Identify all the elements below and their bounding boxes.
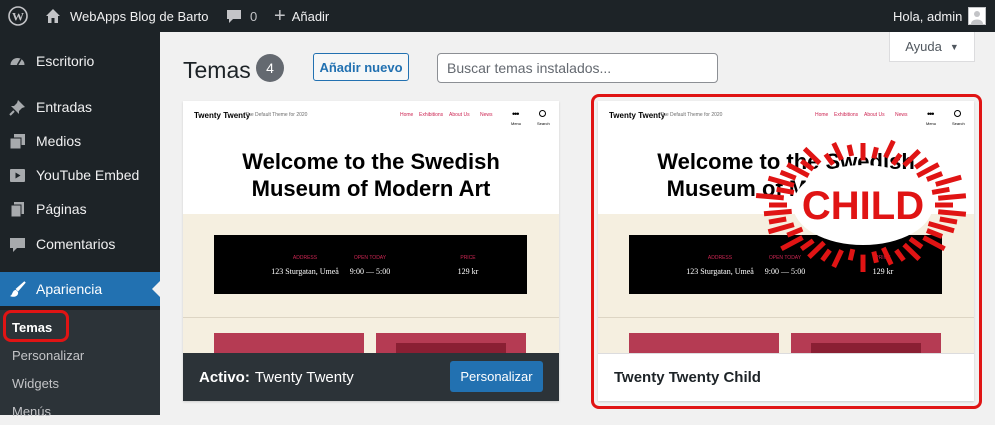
preview-headline: Welcome to the Swedish Museum of Modern … [183, 148, 559, 202]
brush-icon [9, 281, 26, 298]
menu-item-pages[interactable]: Páginas [0, 192, 160, 226]
account-menu[interactable]: Hola, admin [893, 0, 987, 32]
preview-info-value: 129 kr [457, 267, 479, 276]
menu-item-posts[interactable]: Entradas [0, 90, 160, 124]
home-icon [44, 7, 62, 25]
preview-info-value: 9:00 — 5:00 [349, 267, 391, 276]
media-icon [9, 133, 26, 150]
theme-count-badge: 4 [256, 54, 284, 82]
child-theme-highlight-outline [591, 94, 982, 409]
preview-info-label: OPEN TODAY [353, 255, 387, 261]
comments-link[interactable]: 0 [226, 0, 257, 32]
menu-label: Apariencia [36, 281, 103, 297]
preview-search-icon [539, 110, 546, 117]
pin-icon [9, 99, 26, 116]
menu-label: Medios [36, 133, 82, 149]
menu-label: YouTube Embed [36, 167, 140, 183]
menu-item-comments[interactable]: Comentarios [0, 227, 160, 261]
preview-nav-item: News [480, 112, 493, 118]
search-themes-input[interactable] [437, 53, 718, 83]
site-name-link[interactable]: WebApps Blog de Barto [44, 0, 209, 32]
theme-screenshot[interactable]: Twenty Twenty The Default Theme for 2020… [183, 101, 559, 353]
main-content: Temas 4 Añadir nuevo Ayuda ▼ Twenty Twen… [160, 32, 995, 415]
wordpress-logo-icon[interactable]: W [8, 0, 28, 32]
caret-down-icon: ▼ [949, 41, 959, 52]
preview-nav-item: Home [400, 112, 414, 118]
greeting: Hola, admin [893, 8, 963, 24]
submenu-item-menus[interactable]: Menús [0, 397, 160, 425]
theme-name: Twenty Twenty [254, 368, 354, 386]
customize-button[interactable]: Personalizar [450, 361, 543, 392]
preview-info-bar: ADDRESS 123 Sturgatan, Umeå OPEN TODAY 9… [214, 235, 527, 294]
help-tab-button[interactable]: Ayuda ▼ [889, 32, 975, 62]
comments-icon [9, 236, 26, 253]
preview-menu-dots-icon: ••• [512, 109, 520, 119]
preview-search-label: Search [537, 121, 550, 126]
submenu-label: Personalizar [12, 347, 85, 363]
current-menu-arrow [152, 281, 160, 297]
preview-headline-line: Museum of Modern Art [251, 176, 491, 201]
add-new-theme-button[interactable]: Añadir nuevo [313, 53, 409, 81]
avatar [968, 7, 987, 25]
menu-label: Escritorio [36, 53, 95, 69]
submenu-item-widgets[interactable]: Widgets [0, 369, 160, 397]
menu-item-dashboard[interactable]: Escritorio [0, 44, 160, 78]
preview-divider [183, 317, 559, 318]
submenu-label: Widgets [12, 375, 59, 391]
menu-label: Comentarios [36, 236, 116, 252]
dashboard-icon [9, 53, 26, 70]
preview-site-title: Twenty Twenty [194, 111, 251, 120]
preview-nav-item: About Us [449, 112, 470, 118]
help-label: Ayuda [905, 39, 942, 54]
page-title: Temas [183, 57, 251, 83]
preview-image-block [376, 333, 526, 353]
new-content-link[interactable]: + Añadir [274, 0, 329, 32]
admin-bar: W WebApps Blog de Barto 0 + Añadir Hola,… [0, 0, 995, 32]
plus-icon: + [274, 5, 286, 27]
new-label: Añadir [291, 8, 330, 24]
menu-item-youtube-embed[interactable]: YouTube Embed [0, 158, 160, 192]
menu-label: Entradas [36, 99, 93, 115]
pages-icon [9, 201, 26, 218]
preview-menu-label: Menu [511, 121, 522, 126]
preview-tagline: The Default Theme for 2020 [245, 112, 308, 118]
theme-card-footer: Activo: Twenty Twenty Personalizar [183, 353, 559, 401]
menu-label: Páginas [36, 201, 87, 217]
menu-item-appearance[interactable]: Apariencia [0, 272, 160, 306]
submenu-item-customize[interactable]: Personalizar [0, 341, 160, 369]
svg-text:W: W [12, 10, 24, 24]
youtube-icon [9, 167, 26, 184]
preview-info-label: PRICE [460, 255, 476, 261]
submenu-label: Menús [12, 403, 52, 419]
active-prefix: Activo: [199, 368, 250, 386]
preview-image-block [214, 333, 364, 353]
themes-highlight-outline [3, 310, 69, 342]
site-name: WebApps Blog de Barto [70, 8, 209, 24]
menu-item-media[interactable]: Medios [0, 124, 160, 158]
preview-headline-line: Welcome to the Swedish [242, 149, 500, 174]
preview-nav-item: Exhibitions [419, 112, 444, 118]
comment-bubble-icon [226, 8, 242, 24]
theme-card-active[interactable]: Twenty Twenty The Default Theme for 2020… [183, 101, 559, 401]
comments-count: 0 [250, 8, 258, 24]
